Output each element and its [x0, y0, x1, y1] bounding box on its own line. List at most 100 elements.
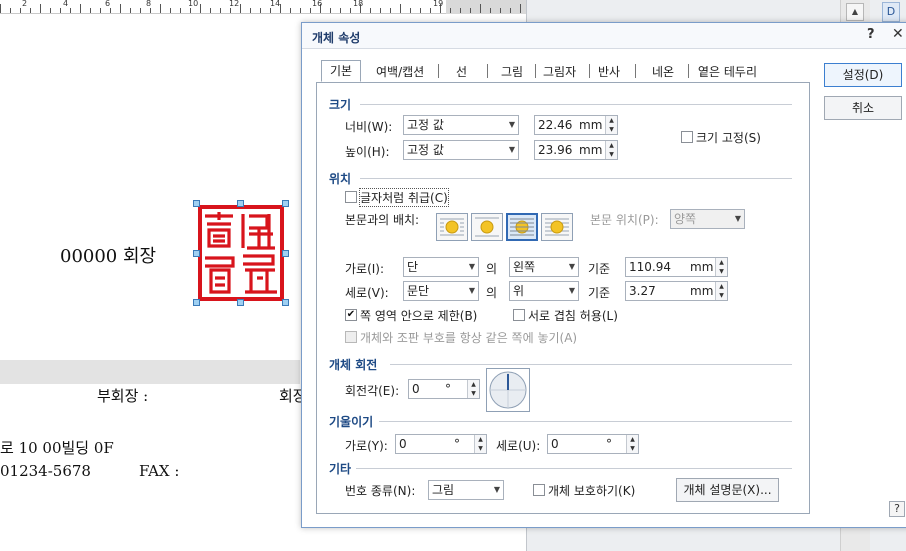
tab-margin-caption[interactable]: 여백/캡션	[376, 62, 424, 82]
resize-handle-s[interactable]	[237, 299, 244, 306]
divider	[379, 421, 792, 422]
vertical-of-label: 의	[486, 286, 498, 300]
tab-separator	[487, 64, 488, 78]
chevron-down-icon: ▼	[508, 120, 515, 129]
vice-chairman-label: 부회장 :	[97, 387, 149, 405]
height-spinner[interactable]: ▲ ▼	[605, 141, 617, 159]
width-mode-select[interactable]: 고정 값 ▼	[403, 115, 519, 135]
rotation-dial-icon[interactable]	[486, 368, 530, 412]
width-input[interactable]: 22.46 mm ▲ ▼	[534, 115, 618, 135]
text-position-select[interactable]: 양쪽 ▼	[670, 209, 745, 229]
ruler-tick	[200, 4, 201, 13]
ruler-tick	[190, 8, 191, 13]
close-icon[interactable]: ✕	[892, 26, 904, 42]
vertical-ref-select[interactable]: 문단 ▼	[403, 281, 479, 301]
dialog-titlebar[interactable]: 개체 속성 ? ✕	[302, 23, 906, 49]
horizontal-offset-spinner[interactable]: ▲ ▼	[715, 258, 727, 276]
tab-basic[interactable]: 기본	[321, 60, 362, 82]
ruler-tick	[150, 8, 151, 13]
ruler-tick	[260, 8, 261, 13]
position-section-title: 위치	[329, 172, 352, 186]
resize-handle-w[interactable]	[193, 250, 200, 257]
size-section-title: 크기	[329, 98, 352, 112]
skew-vertical-label: 세로(U):	[496, 439, 541, 453]
vertical-align-select[interactable]: 위 ▼	[509, 281, 579, 301]
tab-line[interactable]: 선	[456, 62, 467, 82]
scroll-up-icon[interactable]: ▲	[846, 3, 864, 21]
number-type-label: 번호 종류(N):	[345, 484, 416, 498]
same-page-checkbox[interactable]	[345, 331, 357, 343]
width-spinner[interactable]: ▲ ▼	[605, 116, 617, 134]
resize-handle-sw[interactable]	[193, 299, 200, 306]
resize-handle-e[interactable]	[282, 250, 289, 257]
wrap-top-bottom-icon[interactable]	[471, 213, 503, 241]
allow-overlap-checkbox[interactable]	[513, 309, 525, 321]
ruler-tick	[250, 8, 251, 13]
object-description-button[interactable]: 개체 설명문(X)...	[676, 478, 779, 502]
ruler-tick	[460, 8, 461, 13]
ruler-tick	[350, 8, 351, 13]
height-label: 높이(H):	[345, 145, 390, 159]
ruler-tick	[450, 8, 451, 13]
side-d-button[interactable]: D	[882, 2, 900, 22]
fix-size-checkbox[interactable]	[681, 131, 693, 143]
seal-image[interactable]	[197, 204, 285, 302]
fix-size-label: 크기 고정(S)	[696, 131, 761, 145]
resize-handle-nw[interactable]	[193, 200, 200, 207]
vertical-offset-spinner[interactable]: ▲ ▼	[715, 282, 727, 300]
horizontal-ruler: 2 4 6 8 10 12 14 16 18 19	[0, 0, 526, 14]
vertical-offset-input[interactable]: 3.27 mm ▲ ▼	[625, 281, 728, 301]
skew-vertical-input[interactable]: 0 ° ▲ ▼	[547, 434, 639, 454]
wrap-in-front-icon[interactable]	[541, 213, 573, 241]
horizontal-of-label: 의	[486, 262, 498, 276]
ruler-tick	[70, 8, 71, 13]
skew-horizontal-spinner[interactable]: ▲ ▼	[474, 435, 486, 453]
limit-to-page-checkbox[interactable]: ✔	[345, 309, 357, 321]
tab-picture[interactable]: 그림	[501, 62, 523, 82]
wrap-square-icon[interactable]	[436, 213, 468, 241]
tab-reflection[interactable]: 반사	[598, 62, 620, 82]
bottom-help-icon[interactable]: ?	[889, 501, 905, 517]
ruler-tick	[90, 8, 91, 13]
tab-soft-edge[interactable]: 옅은 테두리	[698, 62, 757, 82]
ruler-tick	[60, 8, 61, 13]
ruler-tick	[240, 4, 241, 13]
rotation-angle-spinner[interactable]: ▲ ▼	[467, 380, 479, 398]
protect-object-checkbox[interactable]	[533, 484, 545, 496]
resize-handle-se[interactable]	[282, 299, 289, 306]
ok-button[interactable]: 설정(D)	[824, 63, 902, 87]
skew-vertical-spinner[interactable]: ▲ ▼	[626, 435, 638, 453]
ruler-tick	[390, 8, 391, 13]
ruler-tick	[400, 4, 401, 13]
help-icon[interactable]: ?	[867, 27, 875, 42]
horizontal-ref-select[interactable]: 단 ▼	[403, 257, 479, 277]
height-mode-select[interactable]: 고정 값 ▼	[403, 140, 519, 160]
ruler-tick	[30, 8, 31, 13]
cancel-button[interactable]: 취소	[824, 96, 902, 120]
object-properties-dialog: 개체 속성 ? ✕ 기본 여백/캡션 선 그림 그림자 반사 네온 옅은 테두리…	[301, 22, 906, 528]
ruler-number: 8	[146, 0, 152, 8]
skew-horizontal-input[interactable]: 0 ° ▲ ▼	[395, 434, 487, 454]
rotation-angle-input[interactable]: 0 ° ▲ ▼	[408, 379, 480, 399]
resize-handle-ne[interactable]	[282, 200, 289, 207]
horizontal-offset-input[interactable]: 110.94 mm ▲ ▼	[625, 257, 728, 277]
height-input[interactable]: 23.96 mm ▲ ▼	[534, 140, 618, 160]
divider	[390, 364, 792, 365]
tab-shadow[interactable]: 그림자	[543, 62, 576, 82]
skew-section-title: 기울이기	[329, 415, 374, 429]
number-type-select[interactable]: 그림 ▼	[428, 480, 504, 500]
tab-neon[interactable]: 네온	[652, 62, 674, 82]
horizontal-align-select[interactable]: 왼쪽 ▼	[509, 257, 579, 277]
treat-as-char-label: 글자처럼 취급(C)	[359, 188, 449, 207]
treat-as-char-checkbox[interactable]	[345, 191, 357, 203]
document-band	[0, 360, 300, 384]
ruler-tick	[160, 4, 161, 13]
rotation-angle-label: 회전각(E):	[345, 384, 400, 398]
tab-separator	[438, 64, 439, 78]
etc-section-title: 기타	[329, 462, 352, 476]
ruler-tick	[340, 8, 341, 13]
chevron-down-icon: ▼	[468, 286, 475, 295]
ruler-tick	[230, 8, 231, 13]
resize-handle-n[interactable]	[237, 200, 244, 207]
wrap-behind-text-icon[interactable]	[506, 213, 538, 241]
